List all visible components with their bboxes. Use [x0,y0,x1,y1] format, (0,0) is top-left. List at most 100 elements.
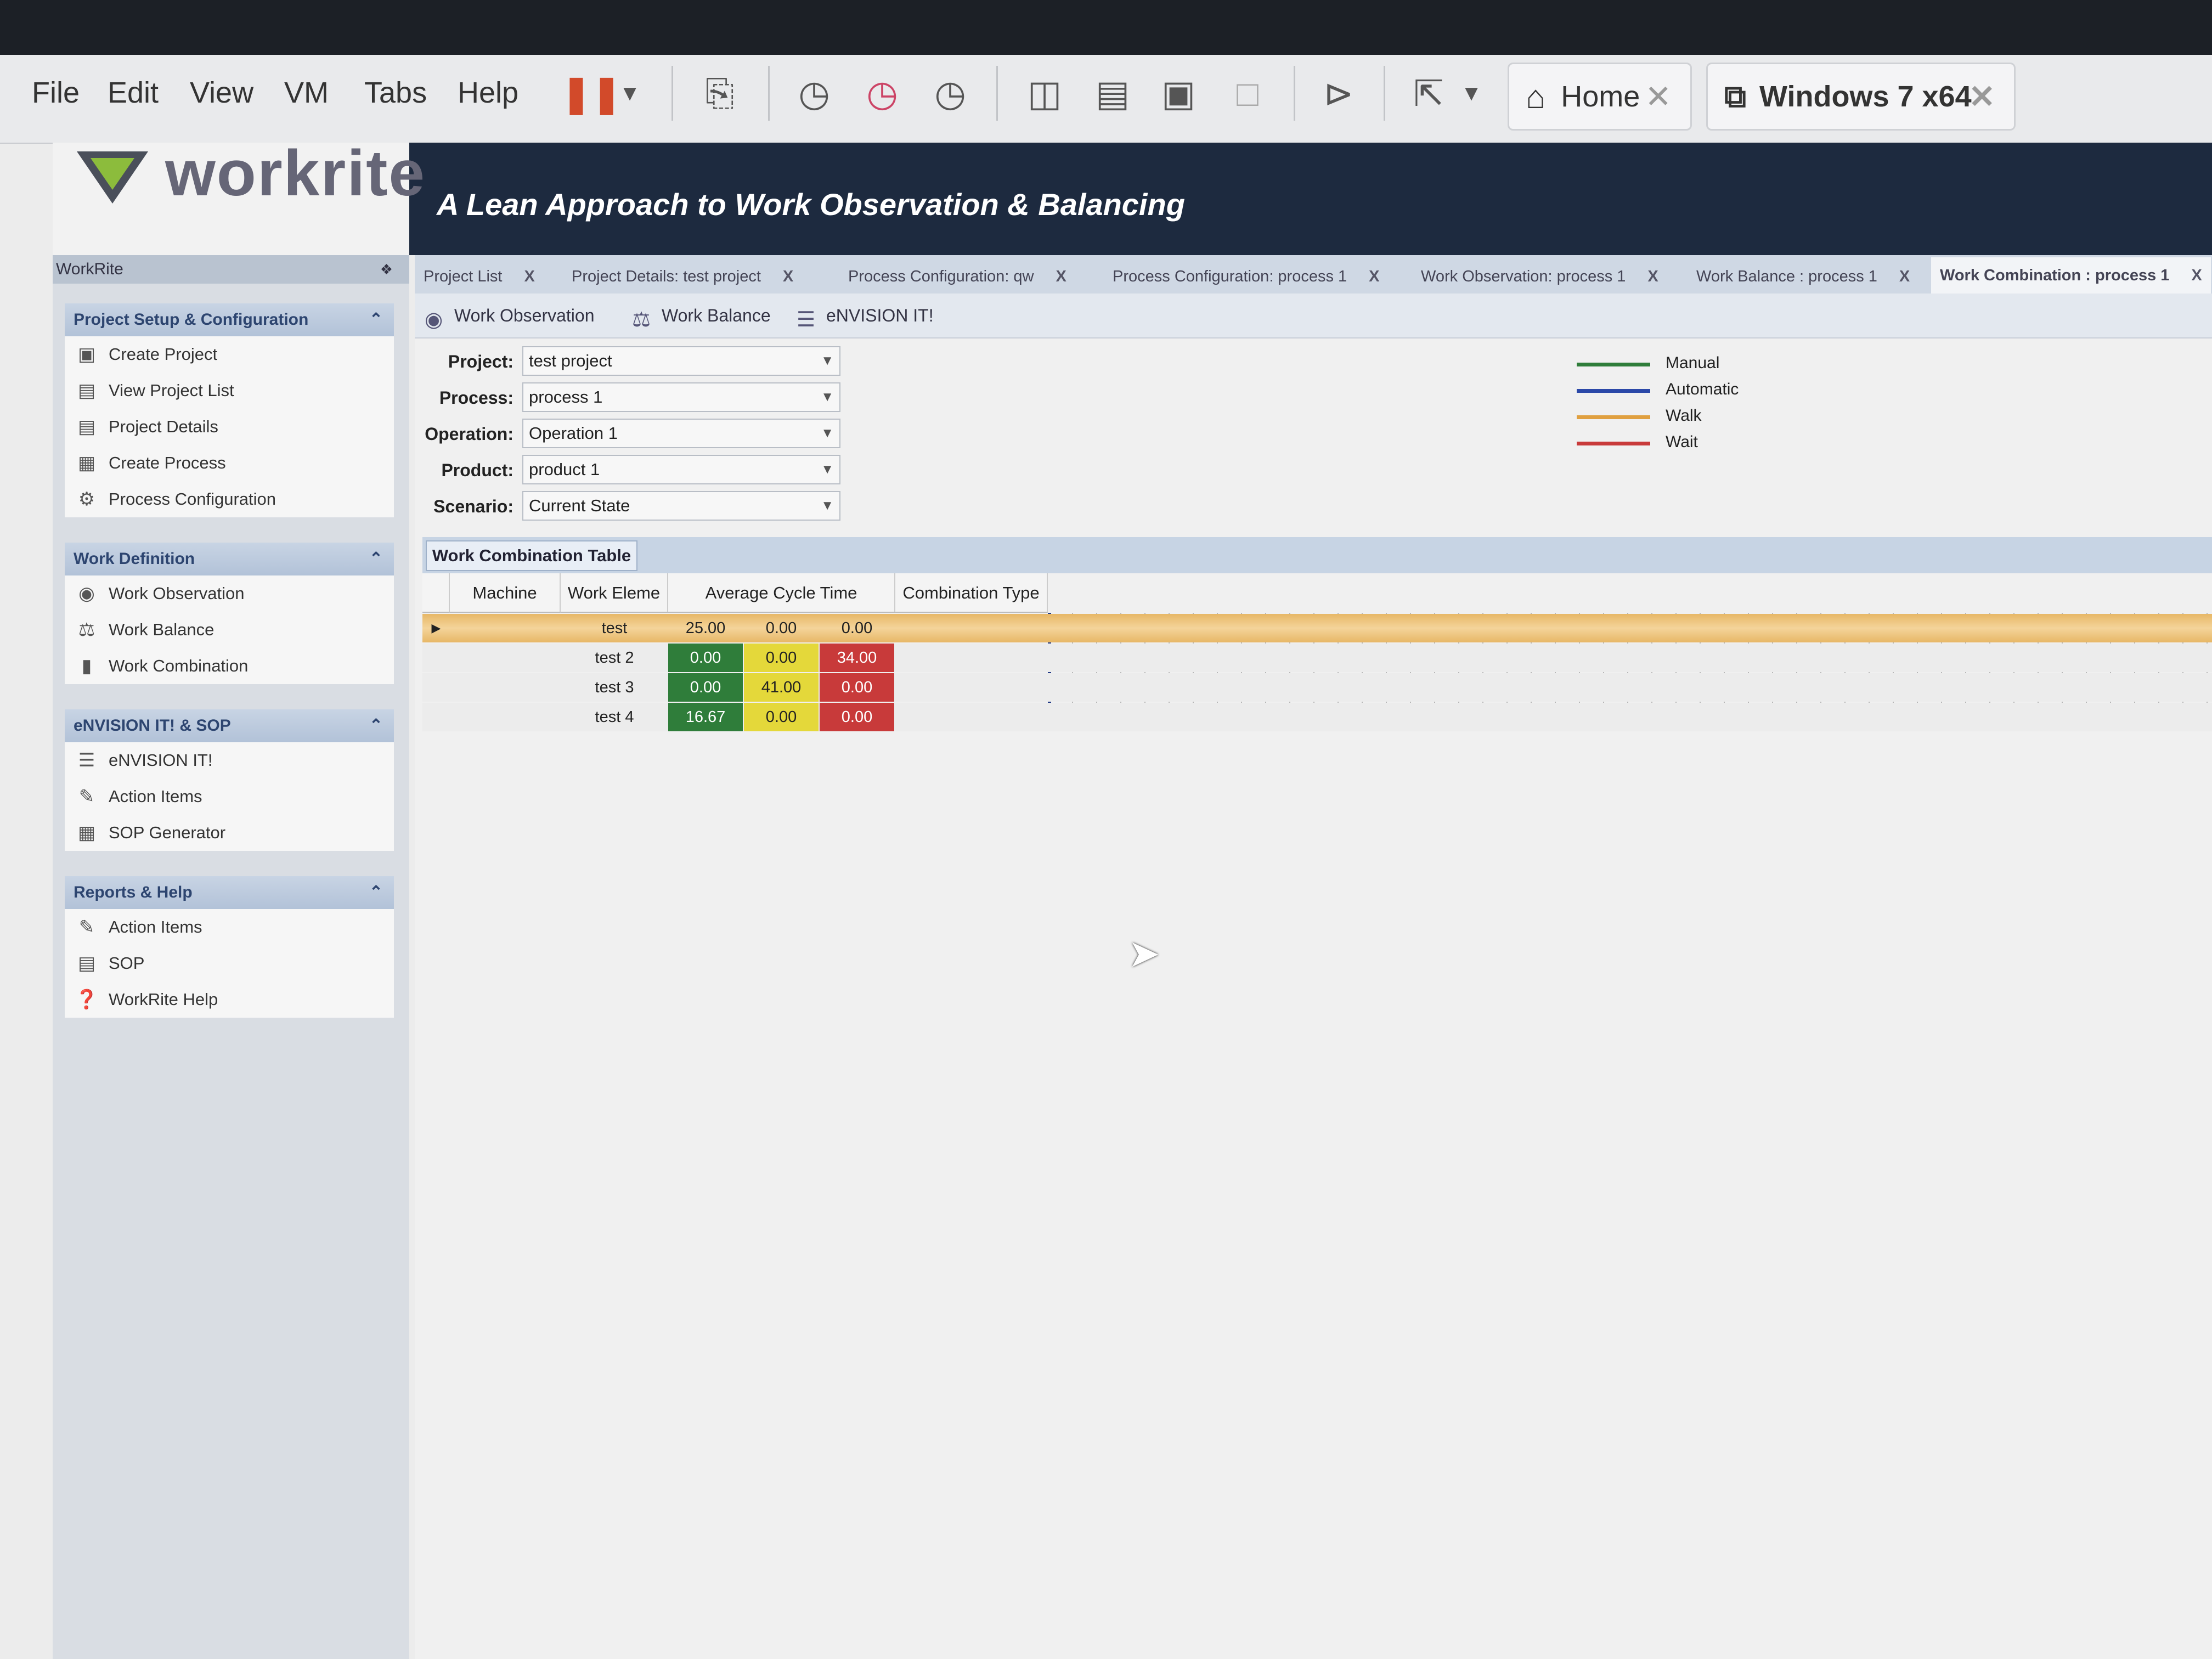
pause-icon[interactable]: ❚❚ [561,67,622,120]
tab-process-config-qw[interactable]: Process Configuration: qw X [848,259,1066,294]
tab-work-balance[interactable]: Work Balance : process 1 X [1696,259,1910,294]
snapshot-icon[interactable]: ◷ [788,67,840,120]
envision-it-button[interactable]: ☰ eNVISION IT! [793,300,934,331]
vm-tab-home[interactable]: ⌂ Home ✕ [1508,63,1692,131]
close-icon[interactable]: X [1899,268,1910,285]
unity-icon[interactable]: □ [1221,67,1274,120]
table-row[interactable]: test 3 0.00 41.00 0.00 [422,673,2212,702]
close-icon[interactable]: X [1056,268,1066,285]
group-header[interactable]: eNVISION IT! & SOP ⌃ [65,709,394,742]
observation-icon: ◉ [78,583,95,604]
collapse-icon[interactable]: ⌃ [369,876,383,909]
tab-work-combination[interactable]: Work Combination : process 1 X [1931,257,2211,294]
sidebar-item-label: SOP Generator [109,823,226,842]
sidebar-item-create-process[interactable]: ▦ Create Process [65,445,394,481]
revert-snapshot-icon[interactable]: ◷ [856,67,909,120]
process-select[interactable]: process 1 ▼ [522,382,840,412]
close-icon[interactable]: X [783,268,793,285]
pin-icon[interactable]: ❖ [380,255,393,284]
menu-tabs[interactable]: Tabs [364,76,427,110]
select-value: test project [529,351,612,370]
dropdown-arrow-icon: ▼ [821,390,834,404]
close-icon[interactable]: ✕ [1968,78,1995,115]
work-element-cell: test 3 [595,679,634,696]
collapse-icon[interactable]: ⌃ [369,543,383,575]
sidebar-item-sop-generator[interactable]: ▦ SOP Generator [65,815,394,851]
sidebar-item-workrite-help[interactable]: ❓ WorkRite Help [65,981,394,1018]
tab-label: Project Details: test project [572,268,761,285]
console-view-icon[interactable]: ▤ [1086,67,1139,120]
group-header[interactable]: Reports & Help ⌃ [65,876,394,909]
sidebar-item-action-items[interactable]: ✎ Action Items [65,778,394,815]
sidebar-item-work-combination[interactable]: ▮ Work Combination [65,648,394,684]
menu-file[interactable]: File [32,76,80,110]
tab-work-observation[interactable]: Work Observation: process 1 X [1421,259,1658,294]
sidebar-item-envision-it[interactable]: ☰ eNVISION IT! [65,742,394,778]
app-tagline: A Lean Approach to Work Observation & Ba… [437,187,1185,222]
tab-process-config-process1[interactable]: Process Configuration: process 1 X [1113,259,1380,294]
group-header[interactable]: Work Definition ⌃ [65,543,394,575]
scenario-select[interactable]: Current State ▼ [522,491,840,521]
close-icon[interactable]: X [1369,268,1379,285]
table-row[interactable]: test 2 0.00 0.00 34.00 [422,644,2212,672]
vm-tab-windows[interactable]: ⧉ Windows 7 x64 ✕ [1706,63,2016,131]
product-select[interactable]: product 1 ▼ [522,455,840,484]
tab-project-list[interactable]: Project List X [424,259,535,294]
stretch-icon[interactable]: ⇱ [1402,67,1455,120]
sidebar-item-report-action-items[interactable]: ✎ Action Items [65,909,394,945]
project-select[interactable]: test project ▼ [522,346,840,376]
help-icon: ❓ [75,989,99,1010]
list-icon: ▤ [77,380,96,401]
sidebar-item-project-details[interactable]: ▤ Project Details [65,409,394,445]
sidebar-item-view-project-list[interactable]: ▤ View Project List [65,373,394,409]
close-icon[interactable]: X [524,268,534,285]
table-row[interactable]: ▶ test 25.00 0.00 0.00 [422,614,2212,642]
column-header-machine[interactable]: Machine [450,573,561,613]
chevron-down-icon[interactable]: ▼ [1455,67,1488,120]
snapshot-manager-icon[interactable]: ◷ [924,67,977,120]
collapse-icon[interactable]: ⌃ [369,709,383,742]
sidebar-item-work-balance[interactable]: ⚖ Work Balance [65,612,394,648]
operation-select[interactable]: Operation 1 ▼ [522,419,840,448]
close-icon[interactable]: ✕ [1645,78,1672,115]
chevron-down-icon[interactable]: ▼ [613,67,646,120]
menu-edit[interactable]: Edit [108,76,159,110]
menu-vm[interactable]: VM [284,76,329,110]
toolbar-divider [996,66,998,121]
walk-time-cell: 0.00 [841,619,873,637]
toolbar-divider [1294,66,1295,121]
close-icon[interactable]: X [1647,268,1658,285]
sidebar-item-create-project[interactable]: ▣ Create Project [65,336,394,373]
group-title: Project Setup & Configuration [74,311,309,329]
sidebar-item-process-configuration[interactable]: ⚙ Process Configuration [65,481,394,517]
home-icon: ⌂ [1526,78,1546,115]
work-observation-button[interactable]: ◉ Work Observation [421,300,595,331]
column-header-work-element[interactable]: Work Eleme [561,573,668,613]
sidebar-item-label: SOP [109,953,145,973]
close-icon[interactable]: X [2191,267,2202,284]
observation-icon: ◉ [425,308,443,331]
sidebar-item-work-observation[interactable]: ◉ Work Observation [65,575,394,612]
fullscreen-icon[interactable]: ▣ [1152,67,1205,120]
row-selector [422,703,450,731]
row-selector-icon: ▶ [431,621,441,635]
column-header-average-cycle-time[interactable]: Average Cycle Time [668,573,895,613]
sidebar-item-label: Action Items [109,787,202,806]
menu-help[interactable]: Help [458,76,518,110]
terminal-icon[interactable]: ⊳ [1312,67,1365,120]
collapse-icon[interactable]: ⌃ [369,303,383,336]
sidebar-item-sop[interactable]: ▤ SOP [65,945,394,981]
walk-time-cell: 34.00 [820,644,894,672]
logo-text: workrite [165,137,426,210]
column-header-combination-type[interactable]: Combination Type [895,573,1048,613]
work-element-cell: test [601,619,628,637]
menu-view[interactable]: View [190,76,253,110]
group-header[interactable]: Project Setup & Configuration ⌃ [65,303,394,336]
table-row[interactable]: test 4 16.67 0.00 0.00 [422,703,2212,731]
tab-project-details[interactable]: Project Details: test project X [572,259,793,294]
sidebar-view-icon[interactable]: ◫ [1018,67,1071,120]
tab-work-combination-table[interactable]: Work Combination Table [426,540,637,571]
send-keys-icon[interactable]: ⎘ [693,67,746,120]
work-combination-panel: Project: test project ▼ Process: process … [415,338,2212,1659]
work-balance-button[interactable]: ⚖ Work Balance [629,300,771,331]
